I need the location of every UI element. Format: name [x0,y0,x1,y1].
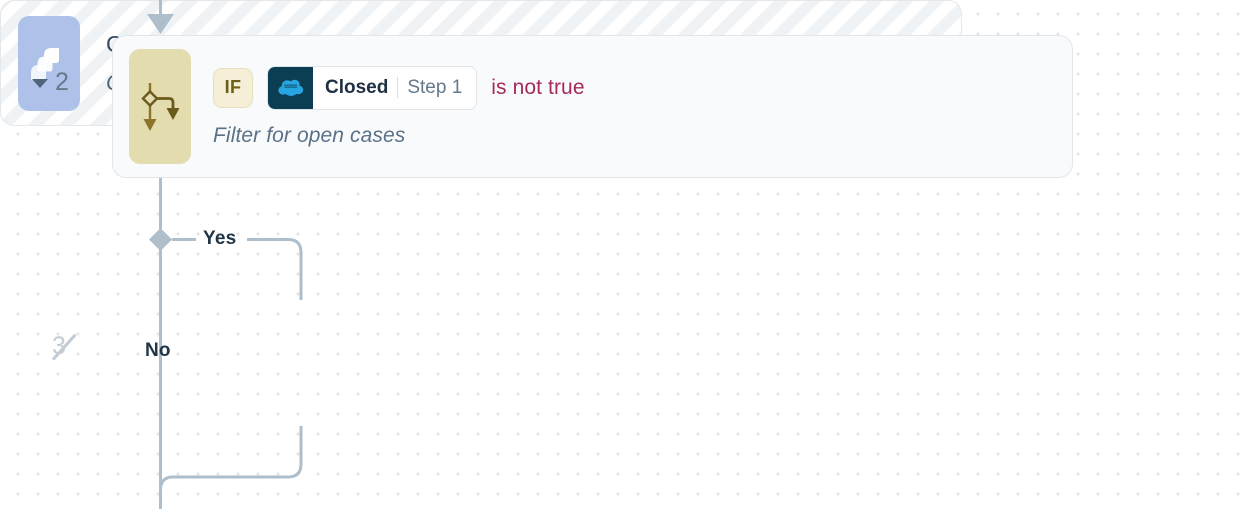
workflow-canvas[interactable]: 2 3 IF Closed Step 1 is not true Filter … [0,0,1246,509]
if-operator-badge[interactable]: IF [213,67,253,108]
condition-field-token[interactable]: Closed Step 1 [267,65,478,110]
connector-yes-return [159,426,303,509]
condition-subtitle: Filter for open cases [213,123,406,147]
condition-expression-row: IF Closed Step 1 is not true [213,65,1072,110]
step-index-2[interactable]: 2 [32,70,69,95]
condition-body: IF Closed Step 1 is not true Filter for … [191,65,1072,148]
step-number-label-disabled: 3 [51,333,77,360]
condition-field-source: Step 1 [407,76,463,98]
connector-yes [247,238,303,300]
salesforce-icon [268,66,313,109]
step-disabled-strikethrough [51,333,77,360]
condition-comparison[interactable]: is not true [491,76,584,100]
step-index-3[interactable]: 3 [51,333,77,360]
step-number-label: 2 [55,68,70,96]
condition-node[interactable]: IF Closed Step 1 is not true Filter for … [112,35,1073,178]
branch-diamond [149,228,172,251]
branch-label-no[interactable]: No [145,340,171,362]
condition-field-text: Closed Step 1 [313,77,476,99]
branch-label-yes[interactable]: Yes [203,228,236,250]
condition-field-name: Closed [325,76,389,98]
token-divider [397,77,399,98]
jira-icon [18,15,80,111]
branch-icon [129,49,191,164]
collapse-caret-icon[interactable] [32,79,48,88]
